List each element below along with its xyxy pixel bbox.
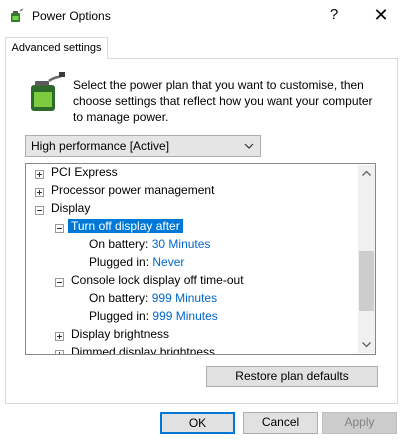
tree-item-processor-power[interactable]: Processor power management xyxy=(51,182,214,199)
tree-item-display[interactable]: Display xyxy=(51,200,90,217)
scroll-up-icon[interactable] xyxy=(358,165,375,182)
collapse-icon[interactable] xyxy=(35,206,44,215)
chevron-down-icon xyxy=(244,143,254,149)
setting-value[interactable]: 30 Minutes xyxy=(152,237,211,251)
collapse-icon[interactable] xyxy=(55,278,64,287)
expand-icon[interactable] xyxy=(35,188,44,197)
apply-button[interactable]: Apply xyxy=(322,412,397,434)
tree-item-pci-express[interactable]: PCI Express xyxy=(51,164,118,181)
tree-item-console-lock[interactable]: Console lock display off time-out xyxy=(71,272,244,289)
setting-on-battery[interactable]: On battery: 30 Minutes xyxy=(89,236,210,253)
expand-icon[interactable] xyxy=(55,350,64,354)
setting-value[interactable]: 999 Minutes xyxy=(152,309,217,323)
restore-defaults-button[interactable]: Restore plan defaults xyxy=(206,366,378,387)
expand-icon[interactable] xyxy=(55,332,64,341)
ok-button[interactable]: OK xyxy=(160,412,235,434)
collapse-icon[interactable] xyxy=(55,224,64,233)
scroll-down-icon[interactable] xyxy=(358,336,375,353)
setting-value[interactable]: 999 Minutes xyxy=(152,291,217,305)
title-bar[interactable]: Power Options ? ✕ xyxy=(0,0,404,31)
setting-plugged-in[interactable]: Plugged in: Never xyxy=(89,254,184,271)
battery-icon xyxy=(31,72,65,111)
window-title: Power Options xyxy=(32,9,111,23)
expand-icon[interactable] xyxy=(35,170,44,179)
settings-tree[interactable]: PCI Express Processor power management D… xyxy=(25,163,376,355)
setting-value[interactable]: Never xyxy=(152,255,184,269)
help-button[interactable]: ? xyxy=(320,3,348,27)
vertical-scrollbar[interactable] xyxy=(358,165,375,353)
description-text: Select the power plan that you want to c… xyxy=(73,78,373,124)
power-plan-value: High performance [Active] xyxy=(31,139,170,153)
power-options-icon xyxy=(11,8,24,22)
setting-plugged-in[interactable]: Plugged in: 999 Minutes xyxy=(89,308,218,325)
power-plan-dropdown[interactable]: High performance [Active] xyxy=(25,135,261,157)
selected-label: Turn off display after xyxy=(68,219,183,233)
setting-on-battery[interactable]: On battery: 999 Minutes xyxy=(89,290,217,307)
close-button[interactable]: ✕ xyxy=(363,3,399,27)
scroll-thumb[interactable] xyxy=(359,251,374,311)
tree-item-turn-off-display[interactable]: Turn off display after xyxy=(68,218,183,235)
cancel-button[interactable]: Cancel xyxy=(243,412,318,434)
tree-item-dimmed-brightness[interactable]: Dimmed display brightness xyxy=(71,344,215,354)
tab-advanced-settings[interactable]: Advanced settings xyxy=(5,37,108,59)
tree-item-display-brightness[interactable]: Display brightness xyxy=(71,326,169,343)
